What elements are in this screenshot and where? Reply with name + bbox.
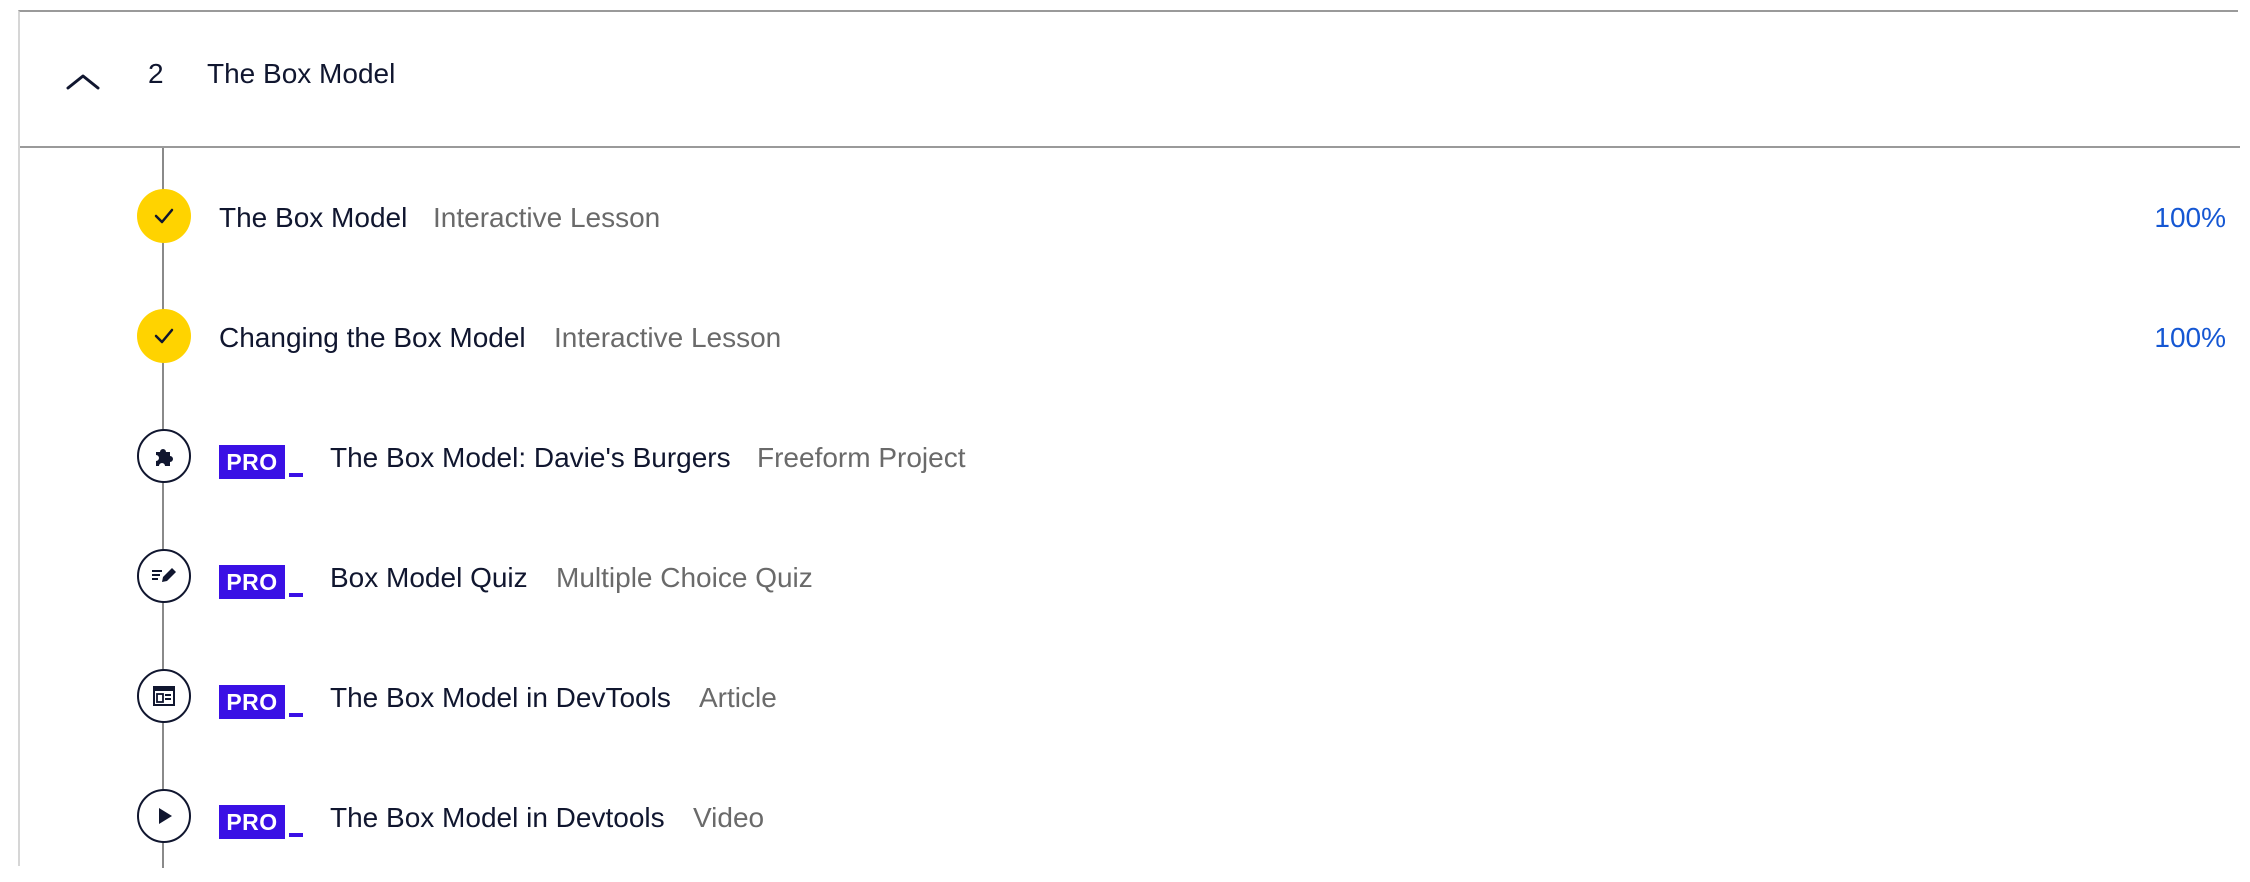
- pro-badge: PRO: [219, 805, 305, 839]
- play-icon: [159, 808, 172, 824]
- pro-cursor: [289, 833, 303, 837]
- video-item[interactable]: PRO The Box Model in Devtools Video: [20, 762, 2240, 882]
- checkmark-icon: [154, 208, 174, 224]
- pro-label: PRO: [219, 805, 285, 839]
- item-title: Changing the Box Model: [219, 322, 526, 353]
- checkmark-icon: [154, 328, 174, 344]
- pro-cursor: [289, 593, 303, 597]
- locked-node: [137, 789, 191, 843]
- item-type: Video: [693, 802, 765, 833]
- pro-cursor: [289, 473, 303, 477]
- lesson-item[interactable]: The Box Model Interactive Lesson 100%: [20, 162, 2240, 282]
- item-title: The Box Model in DevTools: [330, 682, 671, 713]
- quiz-item[interactable]: PRO Box Model Quiz Multiple Choice Quiz: [20, 522, 2240, 642]
- article-icon: [153, 686, 175, 706]
- locked-node: [137, 669, 191, 723]
- article-item[interactable]: PRO The Box Model in DevTools Article: [20, 642, 2240, 762]
- item-progress: 100%: [2154, 322, 2226, 353]
- item-title: Box Model Quiz: [330, 562, 528, 593]
- pro-badge: PRO: [219, 685, 305, 719]
- pro-label: PRO: [219, 445, 285, 479]
- quiz-pencil-icon: [152, 568, 176, 582]
- lesson-item[interactable]: Changing the Box Model Interactive Lesso…: [20, 282, 2240, 402]
- module-header[interactable]: 2 The Box Model: [20, 12, 2240, 148]
- item-title: The Box Model in Devtools: [330, 802, 665, 833]
- item-title: The Box Model: Davie's Burgers: [330, 442, 731, 473]
- chevron-up-icon[interactable]: [66, 64, 100, 98]
- item-title: The Box Model: [219, 202, 408, 233]
- item-progress: 100%: [2154, 202, 2226, 233]
- completed-node: [137, 189, 191, 243]
- project-item[interactable]: PRO The Box Model: Davie's Burgers Freef…: [20, 402, 2240, 522]
- locked-node: [137, 549, 191, 603]
- item-type: Interactive Lesson: [554, 322, 782, 353]
- module-section: 2 The Box Model The Box Model Interactiv…: [18, 10, 2240, 868]
- completed-node: [137, 309, 191, 363]
- pro-cursor: [289, 713, 303, 717]
- pro-label: PRO: [219, 685, 285, 719]
- puzzle-icon: [156, 449, 173, 466]
- item-type: Article: [699, 682, 777, 713]
- pro-badge: PRO: [219, 445, 305, 479]
- pro-badge: PRO: [219, 565, 305, 599]
- locked-node: [137, 429, 191, 483]
- module-title: The Box Model: [207, 58, 396, 89]
- pro-label: PRO: [219, 565, 285, 599]
- item-type: Freeform Project: [757, 442, 966, 473]
- item-type: Interactive Lesson: [433, 202, 661, 233]
- module-number: 2: [148, 58, 164, 89]
- item-type: Multiple Choice Quiz: [556, 562, 813, 593]
